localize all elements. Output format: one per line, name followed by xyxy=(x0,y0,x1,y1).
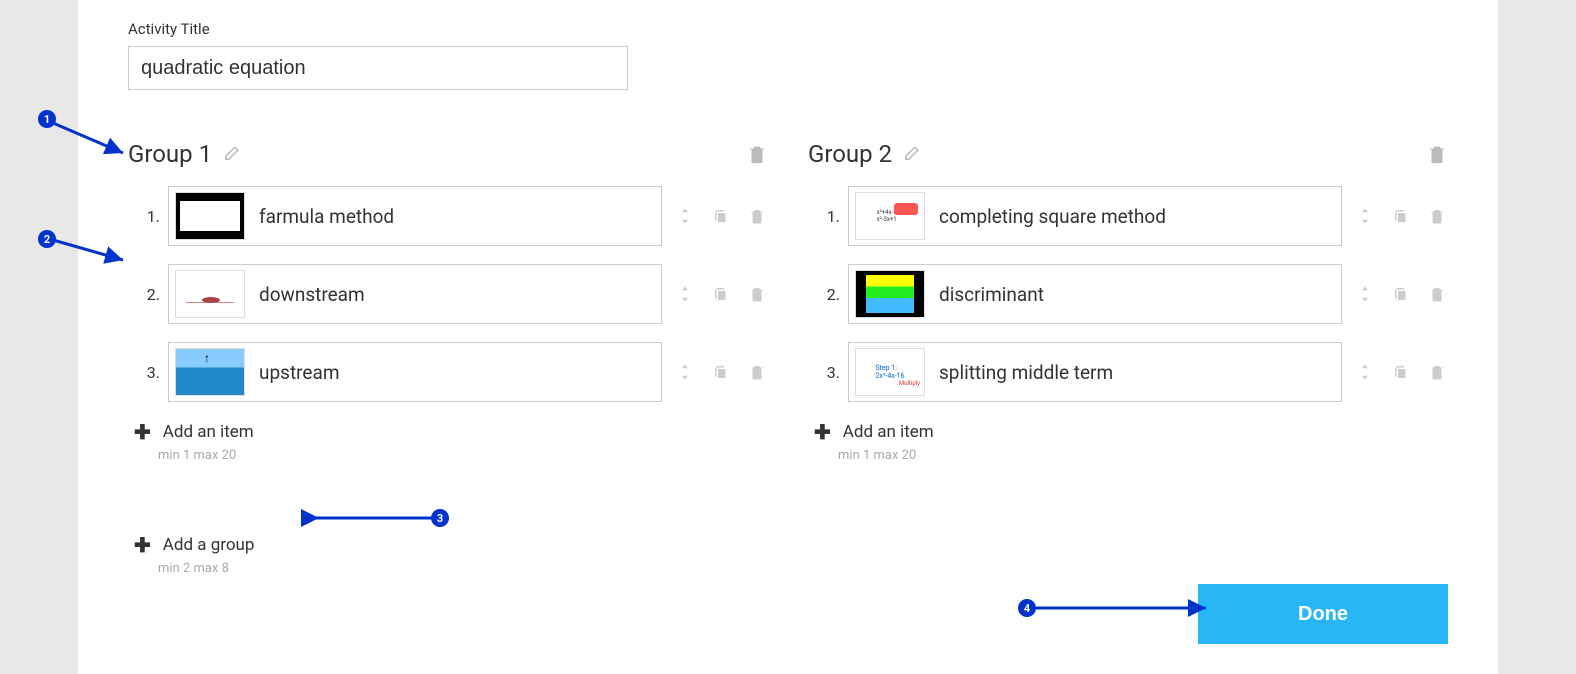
reorder-icon[interactable] xyxy=(1354,205,1376,227)
add-item-button[interactable]: ✚ Add an item xyxy=(128,420,768,444)
copy-icon[interactable] xyxy=(1390,361,1412,383)
done-label: Done xyxy=(1298,603,1348,626)
activity-title-input[interactable] xyxy=(128,46,628,90)
trash-icon[interactable] xyxy=(746,361,768,383)
plus-icon: ✚ xyxy=(814,420,831,444)
copy-icon[interactable] xyxy=(710,205,732,227)
activity-editor-page: Activity Title Group 1 1. farmula xyxy=(78,0,1498,674)
item-label: discriminant xyxy=(939,283,1335,306)
copy-icon[interactable] xyxy=(710,361,732,383)
item-row: 1. farmula method xyxy=(138,186,768,246)
item-number: 1. xyxy=(138,207,160,226)
item-number: 2. xyxy=(818,285,840,304)
group-title: Group 2 xyxy=(808,140,892,168)
item-row: 2. downstream xyxy=(138,264,768,324)
item-thumbnail xyxy=(175,270,245,318)
callout-badge: 3 xyxy=(431,509,449,527)
group-minmax-text: min 2 max 8 xyxy=(128,561,1448,576)
add-group-button[interactable]: ✚ Add a group xyxy=(128,533,1448,557)
add-group-label: Add a group xyxy=(163,535,255,555)
plus-icon: ✚ xyxy=(134,420,151,444)
item-number: 3. xyxy=(818,363,840,382)
trash-icon[interactable] xyxy=(1426,205,1448,227)
trash-icon[interactable] xyxy=(1426,143,1448,165)
item-number: 1. xyxy=(818,207,840,226)
reorder-icon[interactable] xyxy=(674,361,696,383)
item-box[interactable]: discriminant xyxy=(848,264,1342,324)
item-box[interactable]: upstream xyxy=(168,342,662,402)
item-actions xyxy=(1354,283,1448,305)
trash-icon[interactable] xyxy=(746,205,768,227)
group-header: Group 2 xyxy=(808,140,1448,168)
plus-icon: ✚ xyxy=(134,533,151,557)
item-label: farmula method xyxy=(259,205,655,228)
item-box[interactable]: farmula method xyxy=(168,186,662,246)
activity-title-label: Activity Title xyxy=(128,20,1448,38)
item-number: 3. xyxy=(138,363,160,382)
reorder-icon[interactable] xyxy=(1354,361,1376,383)
item-row: 3. upstream xyxy=(138,342,768,402)
copy-icon[interactable] xyxy=(710,283,732,305)
copy-icon[interactable] xyxy=(1390,283,1412,305)
callout-badge: 4 xyxy=(1018,599,1036,617)
group-1: Group 1 1. farmula method xyxy=(128,140,768,463)
reorder-icon[interactable] xyxy=(674,283,696,305)
item-box[interactable]: x²+4x-7=0x²-3x+1 completing square metho… xyxy=(848,186,1342,246)
add-item-label: Add an item xyxy=(843,422,934,442)
item-label: splitting middle term xyxy=(939,361,1335,384)
reorder-icon[interactable] xyxy=(674,205,696,227)
item-thumbnail xyxy=(855,270,925,318)
item-minmax-text: min 1 max 20 xyxy=(808,448,1448,463)
title-section: Activity Title xyxy=(128,20,1448,90)
pencil-icon[interactable] xyxy=(222,145,240,163)
item-actions xyxy=(1354,361,1448,383)
trash-icon[interactable] xyxy=(1426,283,1448,305)
item-label: upstream xyxy=(259,361,655,384)
item-box[interactable]: Step 1:2x²-4x-16 splitting middle term xyxy=(848,342,1342,402)
item-row: 2. discriminant xyxy=(818,264,1448,324)
items-list: 1. x²+4x-7=0x²-3x+1 completing square me… xyxy=(808,186,1448,402)
item-actions xyxy=(674,205,768,227)
items-list: 1. farmula method 2. downst xyxy=(128,186,768,402)
item-thumbnail: x²+4x-7=0x²-3x+1 xyxy=(855,192,925,240)
item-actions xyxy=(1354,205,1448,227)
item-minmax-text: min 1 max 20 xyxy=(128,448,768,463)
add-group-section: ✚ Add a group min 2 max 8 xyxy=(128,533,1448,576)
reorder-icon[interactable] xyxy=(1354,283,1376,305)
item-thumbnail xyxy=(175,348,245,396)
done-button[interactable]: Done xyxy=(1198,584,1448,644)
item-row: 3. Step 1:2x²-4x-16 splitting middle ter… xyxy=(818,342,1448,402)
item-label: downstream xyxy=(259,283,655,306)
group-header: Group 1 xyxy=(128,140,768,168)
item-box[interactable]: downstream xyxy=(168,264,662,324)
add-item-label: Add an item xyxy=(163,422,254,442)
item-actions xyxy=(674,361,768,383)
trash-icon[interactable] xyxy=(746,143,768,165)
copy-icon[interactable] xyxy=(1390,205,1412,227)
item-label: completing square method xyxy=(939,205,1335,228)
group-2: Group 2 1. x²+4x-7=0x²-3x+1 completing s… xyxy=(808,140,1448,463)
add-item-button[interactable]: ✚ Add an item xyxy=(808,420,1448,444)
item-thumbnail: Step 1:2x²-4x-16 xyxy=(855,348,925,396)
item-row: 1. x²+4x-7=0x²-3x+1 completing square me… xyxy=(818,186,1448,246)
item-actions xyxy=(674,283,768,305)
trash-icon[interactable] xyxy=(746,283,768,305)
groups-row: Group 1 1. farmula method xyxy=(128,140,1448,463)
pencil-icon[interactable] xyxy=(902,145,920,163)
trash-icon[interactable] xyxy=(1426,361,1448,383)
item-thumbnail xyxy=(175,192,245,240)
